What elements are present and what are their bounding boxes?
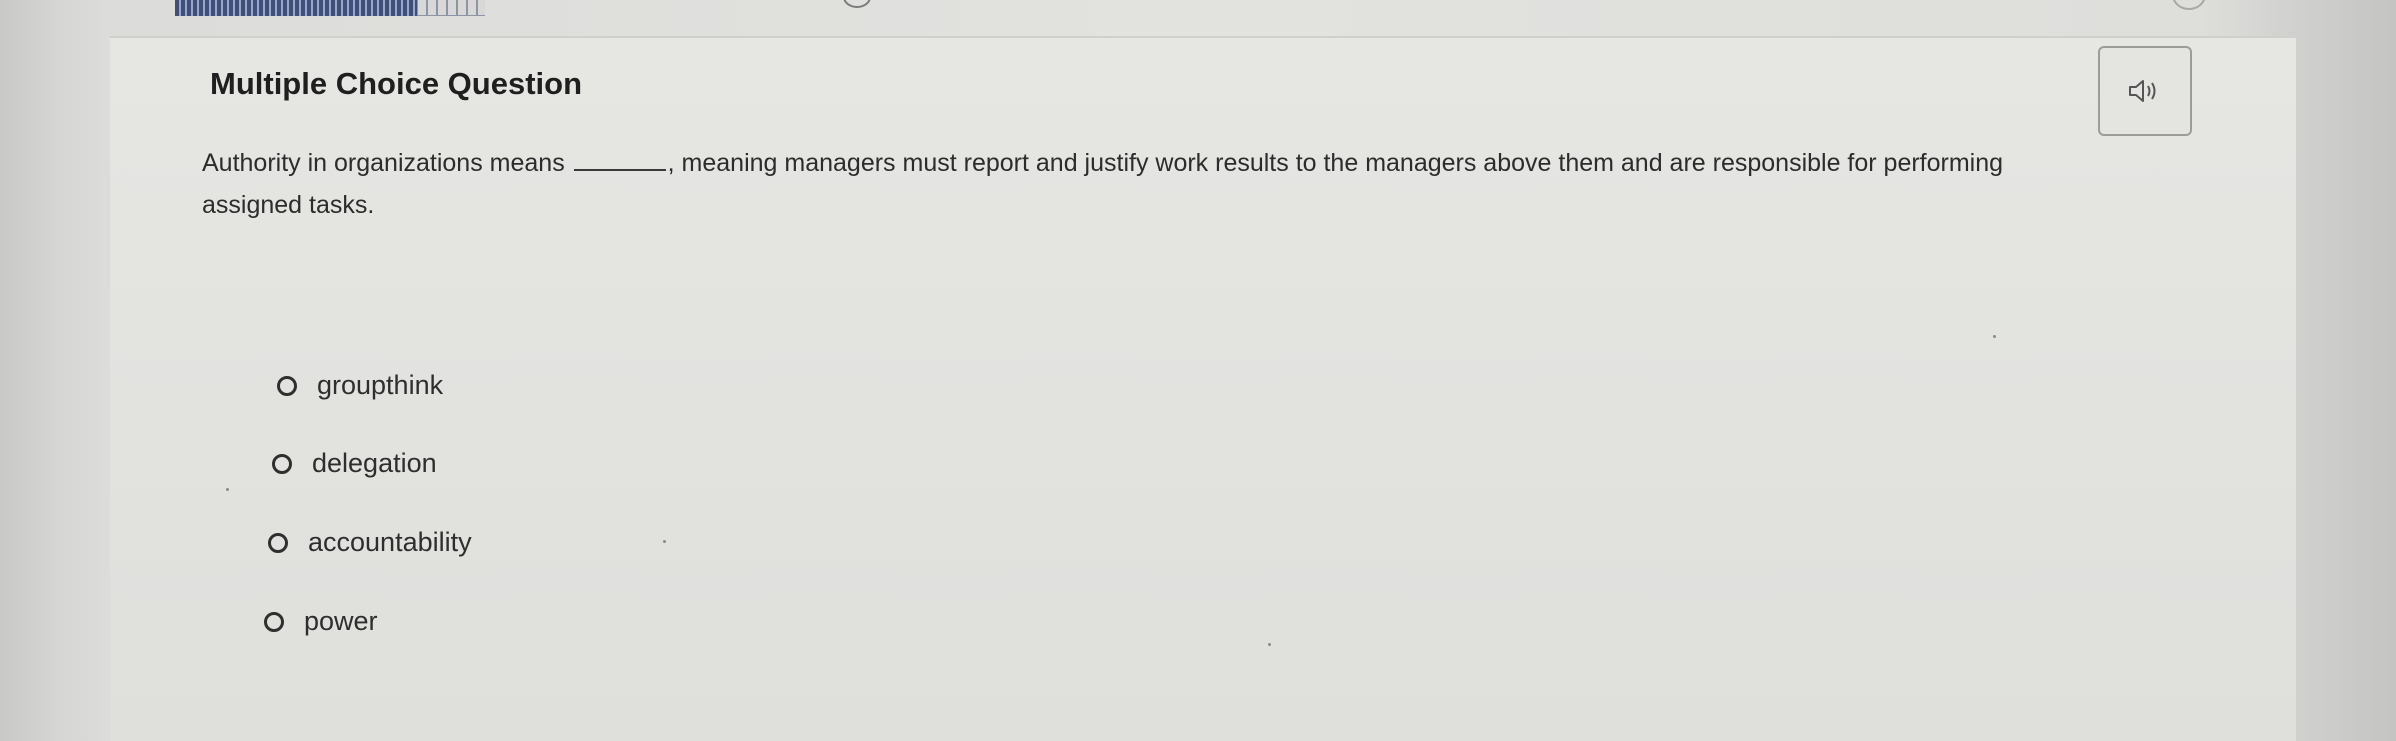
- prompt-text-before: Authority in organizations means: [202, 149, 572, 177]
- read-aloud-button[interactable]: [2098, 46, 2192, 136]
- option-delegation[interactable]: delegation: [272, 448, 437, 479]
- speck: [663, 540, 666, 543]
- option-label: accountability: [308, 527, 472, 557]
- radio-button[interactable]: [268, 532, 288, 553]
- option-power[interactable]: power: [264, 606, 378, 637]
- info-icon[interactable]: [843, 0, 871, 8]
- progress-completed-segment: [175, 0, 417, 16]
- option-label: delegation: [312, 448, 437, 478]
- speck: [1268, 643, 1271, 646]
- concept-progress-bar: [175, 0, 485, 16]
- question-type-heading: Multiple Choice Question: [210, 66, 583, 101]
- screen: { "question": { "heading": "Multiple Cho…: [0, 0, 2396, 741]
- option-groupthink[interactable]: groupthink: [277, 370, 443, 401]
- radio-button[interactable]: [272, 453, 292, 474]
- question-prompt: Authority in organizations means , meani…: [202, 142, 2082, 226]
- progress-remaining-segment: [417, 0, 485, 16]
- speck: [226, 488, 229, 491]
- option-label: power: [304, 606, 378, 636]
- menu-circle-icon[interactable]: [2172, 0, 2206, 10]
- option-label: groupthink: [317, 370, 444, 400]
- answer-blank: [573, 169, 666, 171]
- radio-button[interactable]: [264, 611, 284, 632]
- radio-button[interactable]: [277, 375, 297, 396]
- speck: [1993, 335, 1996, 338]
- speaker-icon: [2129, 80, 2156, 102]
- option-accountability[interactable]: accountability: [268, 527, 472, 558]
